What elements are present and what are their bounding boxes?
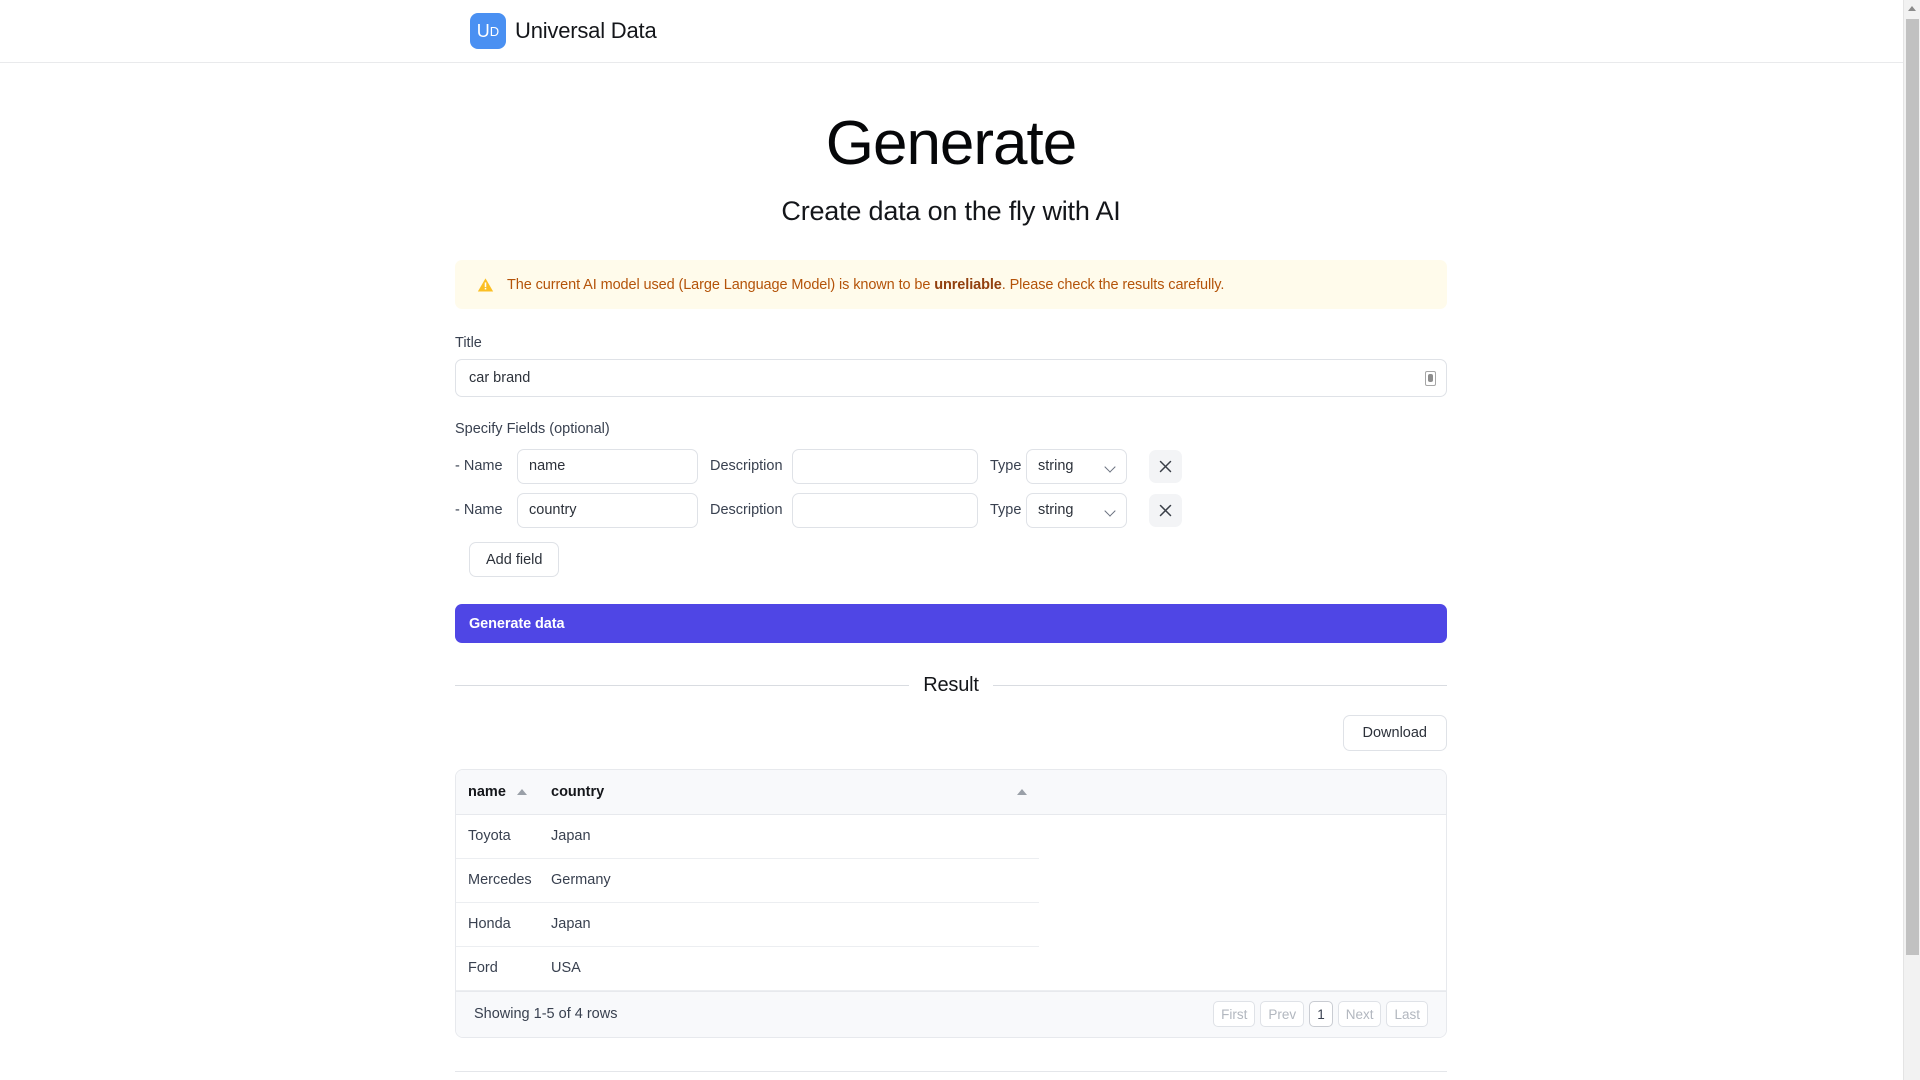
field-type-value: string <box>1038 502 1074 519</box>
brand[interactable]: UD Universal Data <box>470 13 657 49</box>
table-body: Toyota Japan Mercedes Germany Honda Japa… <box>456 814 1446 991</box>
divider-line-right <box>992 685 1447 687</box>
title-input[interactable] <box>455 359 1447 398</box>
field-type-value: string <box>1038 458 1074 475</box>
brand-name: Universal Data <box>515 18 657 43</box>
field-description-input[interactable] <box>792 492 978 528</box>
content-container: Generate Create data on the fly with AI … <box>455 109 1447 1072</box>
field-type-select-wrap: string <box>1026 492 1127 528</box>
title-input-wrap <box>455 359 1447 398</box>
field-name-input[interactable] <box>517 492 698 528</box>
cell-name: Toyota <box>456 814 539 859</box>
table-row: Ford USA <box>456 946 1446 991</box>
scroll-up-arrow-icon[interactable] <box>1904 0 1920 17</box>
page-title: Generate <box>825 109 1078 178</box>
cell-country: Germany <box>539 858 1039 903</box>
pagination-last-button[interactable]: Last <box>1386 1001 1428 1028</box>
app-logo-icon: UD <box>470 13 506 49</box>
ai-warning-text: The current AI model used (Large Languag… <box>507 277 1224 293</box>
microphone-icon[interactable] <box>1425 371 1436 387</box>
field-name-input[interactable] <box>517 448 698 484</box>
remove-field-button[interactable] <box>1149 449 1182 483</box>
logo-letter-u: U <box>476 21 490 41</box>
warning-triangle-icon <box>477 278 494 292</box>
table-row: Toyota Japan <box>456 814 1446 859</box>
field-row: - Name Description Type string <box>455 444 1447 488</box>
cell-spacer <box>1039 814 1446 858</box>
cell-spacer <box>1039 858 1446 902</box>
field-row: - Name Description Type string <box>455 488 1447 532</box>
sort-asc-icon <box>517 789 527 796</box>
table-row: Honda Japan <box>456 902 1446 947</box>
close-icon <box>1159 504 1172 517</box>
app-root: UD Universal Data Generate Create data o… <box>0 0 1920 1080</box>
field-description-label: Description <box>710 502 783 519</box>
bottom-divider <box>455 1070 1447 1072</box>
download-button[interactable]: Download <box>1342 715 1447 752</box>
close-icon <box>1159 460 1172 473</box>
result-table-card: name country Toyota Japan Mercedes Germa… <box>455 769 1447 1038</box>
generate-data-button[interactable]: Generate data <box>455 604 1447 644</box>
cell-country: USA <box>539 946 1039 991</box>
column-header-spacer <box>1039 770 1446 815</box>
pagination-next-button[interactable]: Next <box>1337 1001 1382 1028</box>
cell-spacer <box>1039 902 1446 946</box>
page-body: Generate Create data on the fly with AI … <box>0 63 1920 1072</box>
table-header-row: name country <box>456 770 1446 815</box>
pagination-page-1-button[interactable]: 1 <box>1309 1001 1333 1028</box>
field-type-select-wrap: string <box>1026 448 1127 484</box>
column-header-name-label: name <box>468 784 506 801</box>
table-row: Mercedes Germany <box>456 858 1446 903</box>
warning-text-before: The current AI model used (Large Languag… <box>507 276 935 293</box>
field-type-label: Type <box>990 502 1022 519</box>
pagination-first-button[interactable]: First <box>1213 1001 1256 1028</box>
result-section-label: Result <box>923 674 979 697</box>
field-description-input[interactable] <box>792 448 978 484</box>
column-header-country[interactable]: country <box>539 770 1039 815</box>
column-header-name[interactable]: name <box>456 770 539 815</box>
field-description-label: Description <box>710 458 783 475</box>
cell-name: Ford <box>456 946 539 991</box>
cell-name: Mercedes <box>456 858 539 903</box>
showing-rows-text: Showing 1-5 of 4 rows <box>474 1006 618 1023</box>
warning-text-after: . Please check the results carefully. <box>1001 276 1225 293</box>
result-table: name country Toyota Japan Mercedes Germa… <box>456 770 1446 991</box>
cell-name: Honda <box>456 902 539 947</box>
pagination-prev-button[interactable]: Prev <box>1260 1001 1305 1028</box>
remove-field-button[interactable] <box>1149 493 1182 527</box>
download-row: Download <box>455 715 1447 752</box>
logo-letter-d: D <box>489 23 500 39</box>
page-subtitle: Create data on the fly with AI <box>781 196 1121 227</box>
scrollbar-thumb[interactable] <box>1906 19 1919 955</box>
table-footer: Showing 1-5 of 4 rows First Prev 1 Next … <box>456 990 1446 1037</box>
column-header-country-label: country <box>551 784 605 801</box>
table-head: name country <box>456 770 1446 815</box>
add-field-button[interactable]: Add field <box>469 542 560 578</box>
page-scrollbar[interactable] <box>1903 0 1920 1080</box>
specify-fields-label: Specify Fields (optional) <box>455 421 610 438</box>
field-type-label: Type <box>990 458 1022 475</box>
field-name-label: - Name <box>455 502 503 519</box>
cell-country: Japan <box>539 902 1039 947</box>
result-section-divider: Result <box>455 674 1447 697</box>
field-name-label: - Name <box>455 458 503 475</box>
warning-emphasis: unreliable <box>934 276 1002 293</box>
title-label: Title <box>455 335 482 352</box>
sort-asc-icon <box>1017 789 1027 796</box>
pagination: First Prev 1 Next Last <box>1213 1001 1428 1028</box>
cell-spacer <box>1039 946 1446 991</box>
app-header: UD Universal Data <box>0 0 1920 63</box>
divider-line-left <box>455 685 910 687</box>
cell-country: Japan <box>539 814 1039 859</box>
ai-warning-banner: The current AI model used (Large Languag… <box>455 260 1447 310</box>
